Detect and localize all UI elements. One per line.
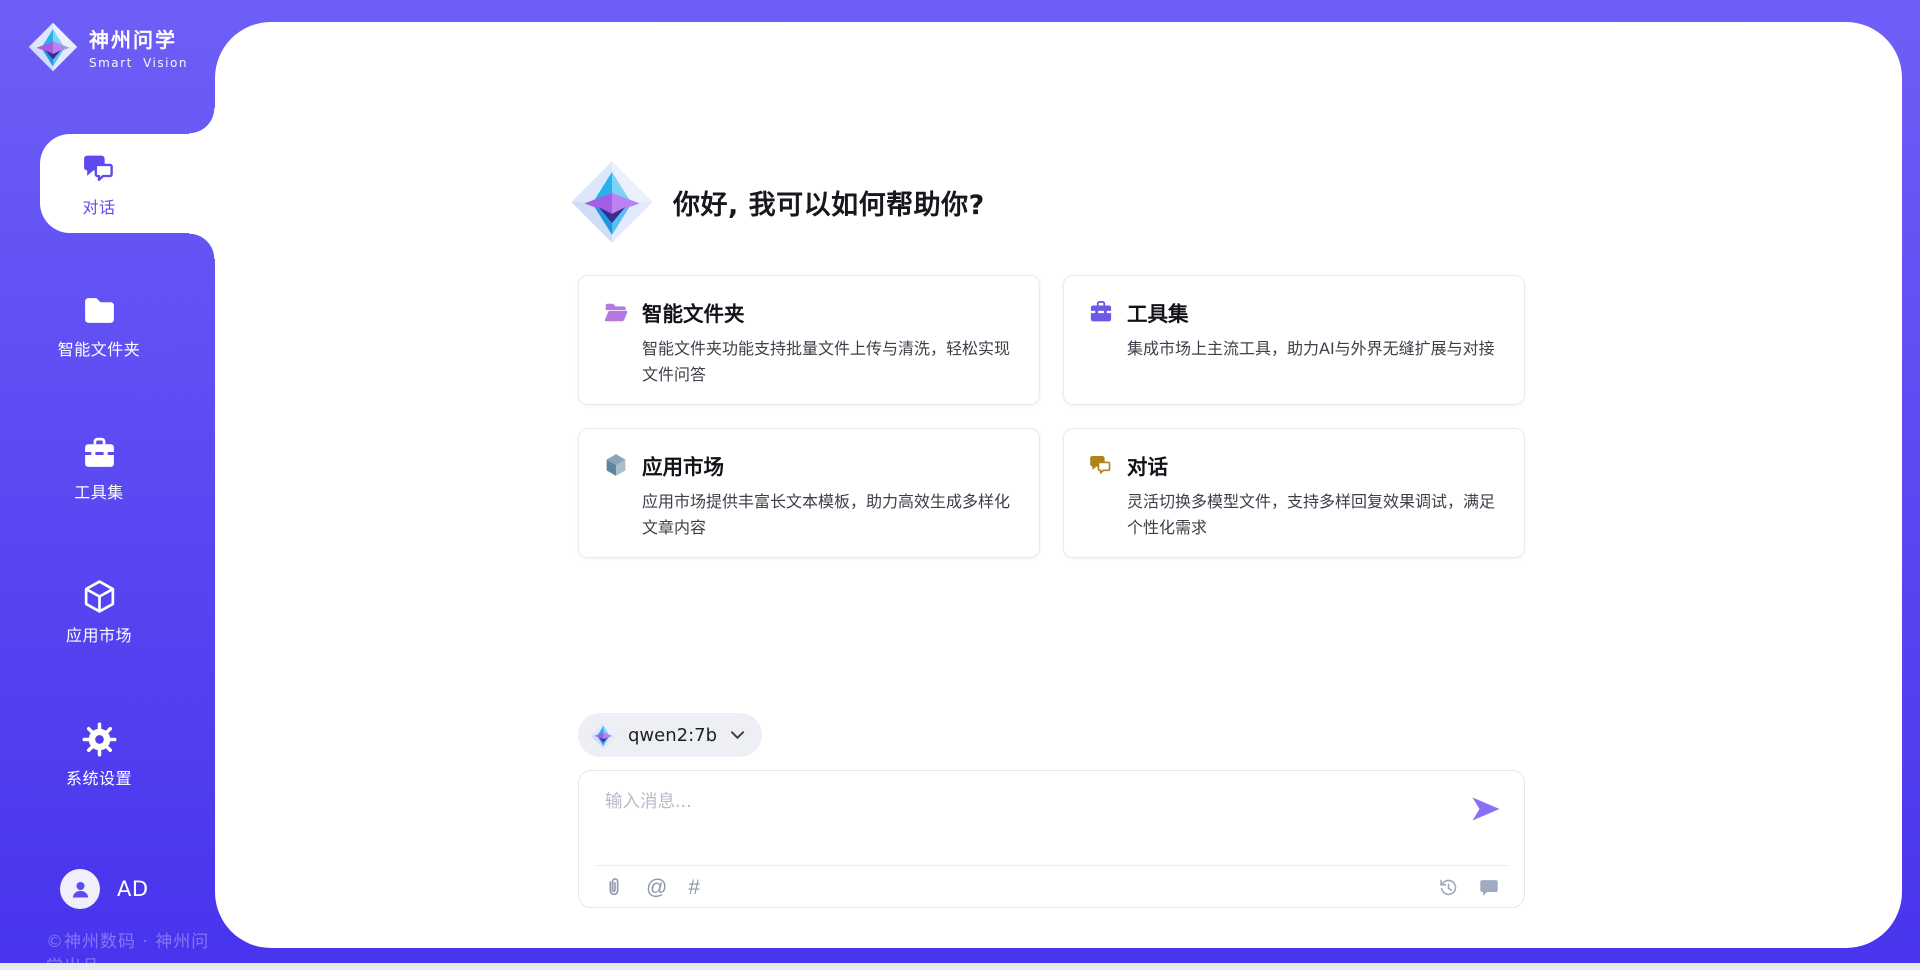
card-description: 智能文件夹功能支持批量文件上传与清洗，轻松实现文件问答: [642, 336, 1015, 387]
window-bottom-edge: [0, 963, 1920, 970]
sidebar-item-label: 工具集: [74, 479, 124, 503]
card-header: 工具集: [1088, 297, 1500, 327]
send-button[interactable]: [1470, 796, 1502, 824]
card-title: 应用市场: [642, 450, 724, 480]
chat-icon: [81, 150, 118, 187]
folder-open-icon: [603, 299, 629, 325]
cube-icon: [81, 578, 118, 615]
card-chat[interactable]: 对话 灵活切换多模型文件，支持多样回复效果调试，满足个性化需求: [1063, 428, 1525, 558]
chat-icon: [1088, 452, 1114, 478]
toolbox-icon: [81, 435, 118, 472]
avatar: [60, 869, 100, 909]
chevron-down-icon: [730, 730, 745, 740]
model-selector[interactable]: qwen2:7b: [578, 713, 762, 757]
model-name: qwen2:7b: [628, 725, 717, 746]
message-input[interactable]: [603, 786, 1427, 858]
card-smart-folder[interactable]: 智能文件夹 智能文件夹功能支持批量文件上传与清洗，轻松实现文件问答: [578, 275, 1040, 405]
card-description: 应用市场提供丰富长文本模板，助力高效生成多样化文章内容: [642, 489, 1015, 540]
composer-toolbar-right: [1437, 876, 1500, 898]
brand-gem-icon: [28, 22, 78, 72]
sidebar-item-toolset[interactable]: 工具集: [0, 419, 198, 519]
sidebar-item-smart-folder[interactable]: 智能文件夹: [0, 276, 198, 376]
card-title: 工具集: [1127, 297, 1189, 327]
history-button[interactable]: [1437, 876, 1459, 898]
gear-icon: [81, 721, 118, 758]
greeting-section: 你好, 我可以如何帮助你?: [570, 160, 985, 244]
send-icon: [1471, 796, 1501, 822]
card-header: 应用市场: [603, 450, 1015, 480]
hashtag-button[interactable]: #: [688, 877, 700, 898]
feature-cards: 智能文件夹 智能文件夹功能支持批量文件上传与清洗，轻松实现文件问答 工具集 集成…: [578, 275, 1525, 558]
mention-button[interactable]: @: [646, 877, 667, 898]
card-app-market[interactable]: 应用市场 应用市场提供丰富长文本模板，助力高效生成多样化文章内容: [578, 428, 1040, 558]
greeting-title: 你好, 我可以如何帮助你?: [673, 183, 985, 222]
sidebar-item-label: 智能文件夹: [58, 336, 141, 360]
sidebar: 神州问学 Smart Vision 对话 智能文件夹 工具集 应用市场 系统设置: [0, 0, 215, 970]
card-title: 智能文件夹: [642, 297, 745, 327]
card-title: 对话: [1127, 450, 1168, 480]
user-profile[interactable]: AD: [60, 869, 149, 909]
folder-icon: [81, 292, 118, 329]
person-icon: [68, 877, 93, 902]
sidebar-item-app-market[interactable]: 应用市场: [0, 562, 198, 662]
model-gem-icon: [590, 722, 617, 749]
cube-icon: [603, 452, 629, 478]
composer-toolbar: @ #: [603, 866, 1500, 908]
sidebar-item-chat[interactable]: 对话: [0, 134, 198, 234]
card-description: 集成市场上主流工具，助力AI与外界无缝扩展与对接: [1127, 336, 1500, 362]
brand-text: 神州问学 Smart Vision: [89, 24, 188, 70]
chat-bubble-icon: [1478, 876, 1500, 898]
brand-name: 神州问学: [89, 24, 188, 53]
brand-logo: 神州问学 Smart Vision: [28, 22, 188, 72]
attach-file-button[interactable]: [603, 876, 625, 898]
history-icon: [1437, 876, 1459, 898]
card-header: 对话: [1088, 450, 1500, 480]
message-composer: @ #: [578, 770, 1525, 908]
sidebar-item-label: 对话: [82, 194, 115, 218]
user-initials: AD: [117, 877, 149, 901]
toolbox-icon: [1088, 299, 1114, 325]
sidebar-item-label: 系统设置: [66, 765, 132, 789]
paperclip-icon: [603, 876, 625, 898]
card-header: 智能文件夹: [603, 297, 1015, 327]
sidebar-item-label: 应用市场: [66, 622, 132, 646]
feedback-button[interactable]: [1478, 876, 1500, 898]
card-toolset[interactable]: 工具集 集成市场上主流工具，助力AI与外界无缝扩展与对接: [1063, 275, 1525, 405]
brand-tagline: Smart Vision: [89, 56, 188, 70]
sidebar-item-settings[interactable]: 系统设置: [0, 705, 198, 805]
assistant-gem-icon: [570, 160, 654, 244]
card-description: 灵活切换多模型文件，支持多样回复效果调试，满足个性化需求: [1127, 489, 1500, 540]
